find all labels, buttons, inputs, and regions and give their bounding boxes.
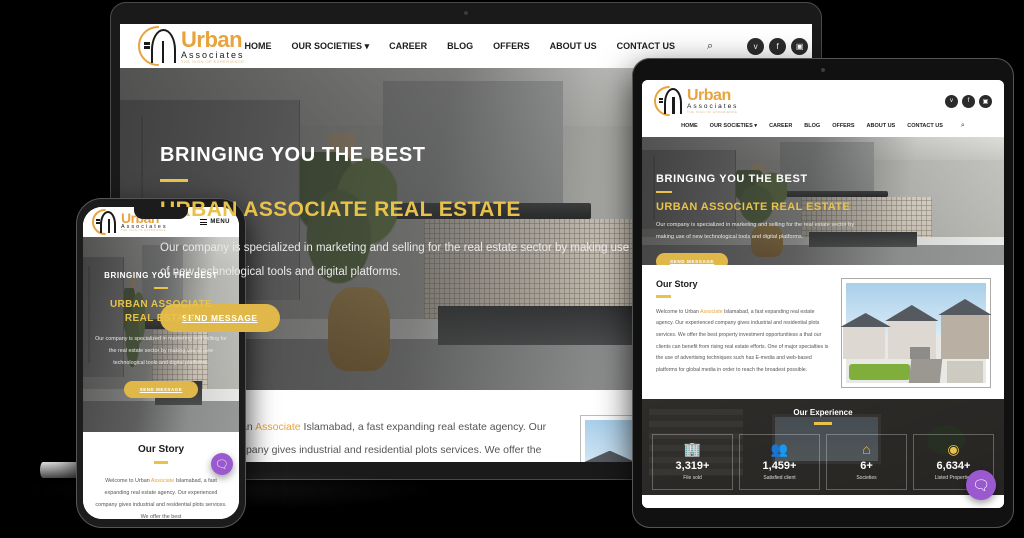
- tablet-header: Urban Associates THE SIGN OF EXPERIENCE …: [642, 80, 1004, 137]
- hero-section: BRINGING YOU THE BEST URBAN ASSOCIATE RE…: [642, 137, 1004, 265]
- our-experience-section: Our Experience 🏢 3,319+ File sold 👥 1,45…: [642, 399, 1004, 495]
- laptop-camera-icon: [464, 11, 468, 15]
- hero-section: BRINGING YOU THE BEST URBAN ASSOCIATE RE…: [83, 237, 239, 432]
- hero-divider: [656, 191, 672, 193]
- tablet-screen: Urban Associates THE SIGN OF EXPERIENCE …: [642, 80, 1004, 508]
- our-story-image: [840, 279, 992, 387]
- chat-bubble-icon[interactable]: 🗨: [211, 453, 233, 475]
- logo-tagline: THE SIGN OF EXPERIENCE: [181, 58, 245, 64]
- our-story-heading: Our Story: [137, 444, 185, 455]
- logo-primary-text: Urban: [687, 87, 731, 105]
- people-icon: 👥: [770, 440, 789, 457]
- instagram-icon[interactable]: ▣: [979, 94, 992, 108]
- social-links: ᴠ f ▣: [747, 37, 809, 55]
- nav-item-offers[interactable]: OFFERS: [493, 41, 530, 51]
- stat-value: 6+: [860, 459, 873, 472]
- phone-mockup: Urban Associates THE SIGN OF EXPERIENCE …: [76, 198, 246, 528]
- hero-divider: [160, 179, 188, 182]
- stat-label: File sold: [683, 474, 702, 481]
- stat-label: Satisfied client: [763, 474, 796, 481]
- phone-screen: Urban Associates THE SIGN OF EXPERIENCE …: [83, 207, 239, 519]
- associate-highlight: Associate: [255, 421, 301, 433]
- instagram-icon[interactable]: ▣: [791, 37, 809, 55]
- home-icon: ⌂: [862, 440, 871, 457]
- hero-title: URBAN ASSOCIATE REAL ESTATE: [656, 201, 851, 213]
- main-navigation: HOME OUR SOCIETIES ▾ CAREER BLOG OFFERS …: [245, 37, 809, 55]
- hero-title: URBAN ASSOCIATE REAL ESTATE: [160, 198, 521, 221]
- chevron-down-icon: ▾: [754, 123, 758, 129]
- chevron-down-icon: ▾: [364, 40, 370, 51]
- nav-item-home[interactable]: HOME: [245, 41, 272, 51]
- associate-highlight: Associate: [150, 477, 175, 484]
- send-message-button[interactable]: SEND MESSAGE: [123, 380, 199, 398]
- main-navigation: HOME OUR SOCIETIES ▾ CAREER BLOG OFFERS …: [654, 116, 992, 137]
- our-story-section: Our Story Welcome to Urban Associate Isl…: [642, 265, 1004, 399]
- search-icon[interactable]: ⌕: [961, 122, 965, 130]
- stat-card-file-sold: 🏢 3,319+ File sold: [652, 433, 733, 490]
- site-logo[interactable]: Urban Associates THE SIGN OF EXPERIENCE: [138, 26, 245, 66]
- stat-value: 1,459+: [762, 459, 797, 472]
- nav-item-offers[interactable]: OFFERS: [832, 123, 854, 129]
- nav-item-about-us[interactable]: ABOUT US: [550, 41, 597, 51]
- device-mockup-stage: Urban Associates THE SIGN OF EXPERIENCE …: [0, 0, 1024, 538]
- our-experience-divider: [814, 422, 832, 425]
- twitter-icon[interactable]: ᴠ: [747, 37, 765, 55]
- phone-notch: [134, 207, 188, 219]
- our-story-heading: Our Story: [656, 279, 698, 289]
- nav-item-our-societies[interactable]: OUR SOCIETIES ▾: [710, 123, 757, 129]
- facebook-icon[interactable]: f: [769, 37, 787, 55]
- nav-item-blog[interactable]: BLOG: [447, 41, 473, 51]
- hero-eyebrow: BRINGING YOU THE BEST: [104, 271, 218, 280]
- nav-item-career[interactable]: CAREER: [389, 41, 427, 51]
- stats-row: 🏢 3,319+ File sold 👥 1,459+ Satisfied cl…: [652, 433, 994, 490]
- stat-value: 3,319+: [675, 459, 710, 472]
- stat-card-societies: ⌂ 6+ Societies: [826, 433, 907, 490]
- associate-highlight: Associate: [700, 308, 723, 315]
- social-links: ᴠ f ▣: [945, 94, 992, 108]
- facebook-icon[interactable]: f: [962, 94, 975, 108]
- tablet-camera-icon: [821, 68, 825, 72]
- urban-associates-logo-icon: [92, 209, 118, 235]
- send-message-button[interactable]: SEND MESSAGE: [656, 253, 729, 265]
- hero-divider: [154, 287, 168, 289]
- nav-item-career[interactable]: CAREER: [769, 123, 792, 129]
- our-story-section: Our Story Welcome to Urban Associate Isl…: [83, 432, 239, 519]
- our-story-divider: [154, 461, 168, 464]
- chat-bubble-icon[interactable]: 🗨: [966, 470, 996, 500]
- urban-associates-logo-icon: [138, 26, 178, 66]
- hero-title: URBAN ASSOCIATE REAL ESTATE: [109, 299, 213, 324]
- logo-tagline: THE SIGN OF EXPERIENCE: [687, 109, 738, 114]
- our-experience-heading: Our Experience: [793, 408, 853, 417]
- search-icon[interactable]: ⌕: [707, 40, 713, 53]
- nav-item-our-societies[interactable]: OUR SOCIETIES ▾: [292, 41, 370, 52]
- hero-eyebrow: BRINGING YOU THE BEST: [656, 173, 808, 185]
- hero-eyebrow: BRINGING YOU THE BEST: [160, 144, 426, 166]
- tablet-mockup: Urban Associates THE SIGN OF EXPERIENCE …: [632, 58, 1014, 528]
- nav-item-home[interactable]: HOME: [681, 123, 698, 129]
- stat-card-satisfied-client: 👥 1,459+ Satisfied client: [739, 433, 820, 490]
- hero-body: Our company is specialized in marketing …: [95, 336, 227, 366]
- nav-item-contact-us[interactable]: CONTACT US: [907, 123, 943, 129]
- eye-icon: ◉: [947, 440, 960, 457]
- our-story-paragraph: Welcome to Urban Associate Islamabad, a …: [95, 477, 227, 520]
- nav-item-about-us[interactable]: ABOUT US: [867, 123, 896, 129]
- our-story-paragraph: Welcome to Urban Associate Islamabad, a …: [656, 308, 829, 374]
- twitter-icon[interactable]: ᴠ: [945, 94, 958, 108]
- hero-body: Our company is specialized in marketing …: [656, 222, 855, 240]
- logo-primary-text: Urban: [181, 26, 243, 52]
- stat-label: Societies: [856, 474, 877, 481]
- building-icon: 🏢: [683, 440, 702, 457]
- nav-item-contact-us[interactable]: CONTACT US: [617, 41, 675, 51]
- nav-item-blog[interactable]: BLOG: [804, 123, 820, 129]
